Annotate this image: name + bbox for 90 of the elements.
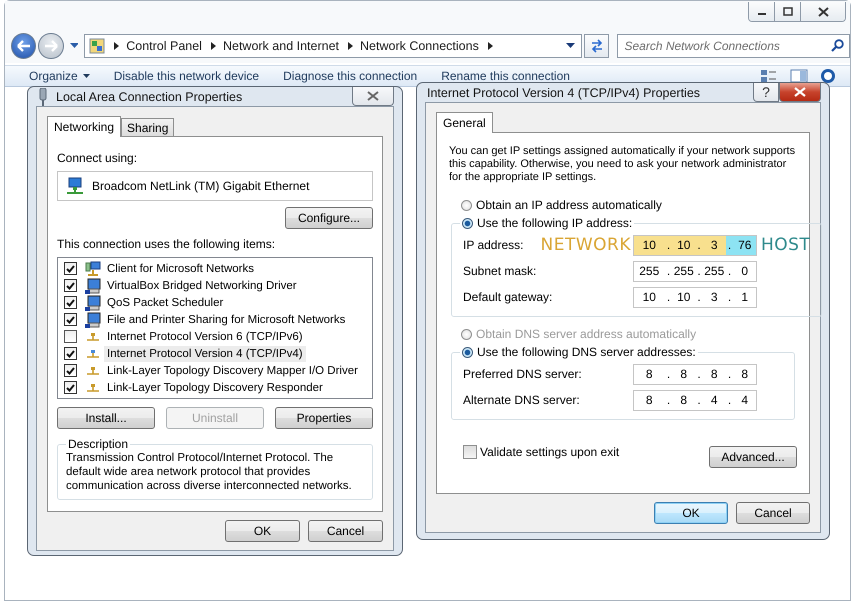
view-icon[interactable] xyxy=(760,69,778,83)
configure-button[interactable]: Configure... xyxy=(285,207,373,229)
list-item[interactable]: Internet Protocol Version 4 (TCP/IPv4) xyxy=(104,346,306,362)
close-icon xyxy=(367,91,379,101)
list-item[interactable]: VirtualBox Bridged Networking Driver xyxy=(104,278,300,294)
toolbar-button[interactable]: Disable this network device xyxy=(108,69,266,83)
close-button[interactable] xyxy=(779,83,821,102)
list-item[interactable]: Internet Protocol Version 6 (TCP/IPv6) xyxy=(104,328,306,344)
field-label: IP address: xyxy=(463,238,524,252)
checkbox-label[interactable]: Validate settings upon exit xyxy=(480,445,620,459)
radio-option[interactable]: Use the following IP address: xyxy=(462,216,632,230)
toolbar-button[interactable]: Organize xyxy=(23,69,96,83)
section-label: Connect using: xyxy=(57,151,138,165)
ip-address-field[interactable]: 10 . 10 . 3 . 1 xyxy=(633,286,757,308)
search-icon xyxy=(830,39,844,52)
field-label: Default gateway: xyxy=(463,290,552,304)
chevron-icon[interactable] xyxy=(210,42,217,50)
action-button[interactable]: Properties xyxy=(275,407,373,429)
breadcrumb-item[interactable]: Network Connections xyxy=(360,39,479,53)
maximize-icon xyxy=(782,7,792,16)
toolbar-button[interactable]: Rename this connection xyxy=(435,69,576,83)
dialog-title: Internet Protocol Version 4 (TCP/IPv4) Properties xyxy=(427,86,700,100)
refresh-button[interactable] xyxy=(584,34,610,58)
intro-text: You can get IP settings assigned automatically if your network supports this capability. Otherwise, you need to ask your network administrator for the appropriate IP settings. xyxy=(449,145,796,184)
ip-address-field[interactable]: 10 . 10 . 3 . 76 xyxy=(633,234,757,256)
checkbox[interactable] xyxy=(64,330,77,343)
computer-icon xyxy=(85,294,101,310)
list-item[interactable]: QoS Packet Scheduler xyxy=(104,294,226,310)
tab[interactable]: Networking xyxy=(47,116,122,137)
computer-icon xyxy=(85,312,101,328)
tab[interactable]: Sharing xyxy=(121,118,174,136)
computer-icon xyxy=(85,278,101,294)
annotation-label: HOST xyxy=(761,235,810,255)
minimize-button[interactable] xyxy=(749,2,775,21)
back-button[interactable] xyxy=(11,33,36,59)
ip-address-field[interactable]: 8 . 8 . 4 . 4 xyxy=(633,390,757,410)
control-panel-icon xyxy=(89,38,106,54)
close-icon xyxy=(794,87,806,97)
group-title: Description xyxy=(67,437,130,451)
address-bar[interactable]: Control Panel Network and Internet Network Connections xyxy=(84,34,582,58)
client-icon xyxy=(85,260,101,276)
help-button[interactable]: ? xyxy=(753,83,779,102)
back-arrow-icon xyxy=(16,40,31,52)
forward-button[interactable] xyxy=(38,33,64,59)
chevron-icon[interactable] xyxy=(114,42,120,50)
radio-option[interactable]: Obtain an IP address automatically xyxy=(461,198,797,212)
dropdown-icon[interactable] xyxy=(70,43,78,49)
annotation-label: NETWORK xyxy=(540,235,631,255)
dialog-title: Local Area Connection Properties xyxy=(56,90,242,104)
adapter-name: Broadcom NetLink (TM) Gigabit Ethernet xyxy=(92,179,310,193)
radio-option[interactable]: Use the following DNS server addresses: xyxy=(462,345,696,359)
breadcrumb-item[interactable]: Network and Internet xyxy=(222,39,340,53)
toolbar-button[interactable]: Diagnose this connection xyxy=(277,69,424,83)
checkbox[interactable] xyxy=(64,296,77,309)
ip-address-field[interactable]: 255 . 255 . 255 . 0 xyxy=(633,260,757,282)
dialog-button[interactable]: OK xyxy=(654,502,728,524)
field-label: Preferred DNS server: xyxy=(463,367,582,381)
tab[interactable]: General xyxy=(436,112,493,133)
close-icon xyxy=(818,6,828,16)
field-label: Alternate DNS server: xyxy=(463,393,580,407)
forward-arrow-icon xyxy=(44,40,58,52)
section-label: This connection uses the following items: xyxy=(57,237,276,251)
action-button[interactable]: Install... xyxy=(57,407,155,429)
caret-icon xyxy=(82,74,90,78)
chevron-icon[interactable] xyxy=(348,42,354,50)
maximize-button[interactable] xyxy=(775,2,801,21)
ip-address-field[interactable]: 8 . 8 . 8 . 8 xyxy=(633,364,757,384)
checkbox[interactable] xyxy=(64,381,77,394)
list-item[interactable]: Link-Layer Topology Discovery Mapper I/O Driver xyxy=(104,362,361,378)
list-item[interactable]: Link-Layer Topology Discovery Responder xyxy=(104,380,326,396)
checkbox[interactable] xyxy=(64,313,77,326)
preview-pane-icon[interactable] xyxy=(790,69,808,83)
checkbox[interactable] xyxy=(64,364,77,377)
checkbox[interactable] xyxy=(64,347,77,360)
dialog-button[interactable]: OK xyxy=(225,520,300,542)
field-label: Subnet mask: xyxy=(463,264,536,278)
search-field[interactable]: Search Network Connections xyxy=(617,34,850,58)
dialog-button[interactable]: Cancel xyxy=(308,520,383,542)
breadcrumb-item[interactable]: Control Panel xyxy=(126,39,202,53)
dialog-button[interactable]: Cancel xyxy=(736,502,810,524)
dropdown-icon[interactable] xyxy=(566,43,576,49)
list-item[interactable]: Client for Microsoft Networks xyxy=(104,260,257,276)
network-computer-icon xyxy=(66,177,84,195)
checkbox[interactable] xyxy=(64,279,77,292)
advanced-button[interactable]: Advanced... xyxy=(709,446,797,468)
checkbox[interactable] xyxy=(463,445,477,459)
chevron-icon[interactable] xyxy=(488,42,494,50)
list-item[interactable]: File and Printer Sharing for Microsoft Networks xyxy=(104,312,348,328)
description-text: Transmission Control Protocol/Internet Protocol. The default wide area network protocol that provides communication across diverse interconnected networks. xyxy=(66,451,353,493)
checkbox[interactable] xyxy=(64,262,77,275)
